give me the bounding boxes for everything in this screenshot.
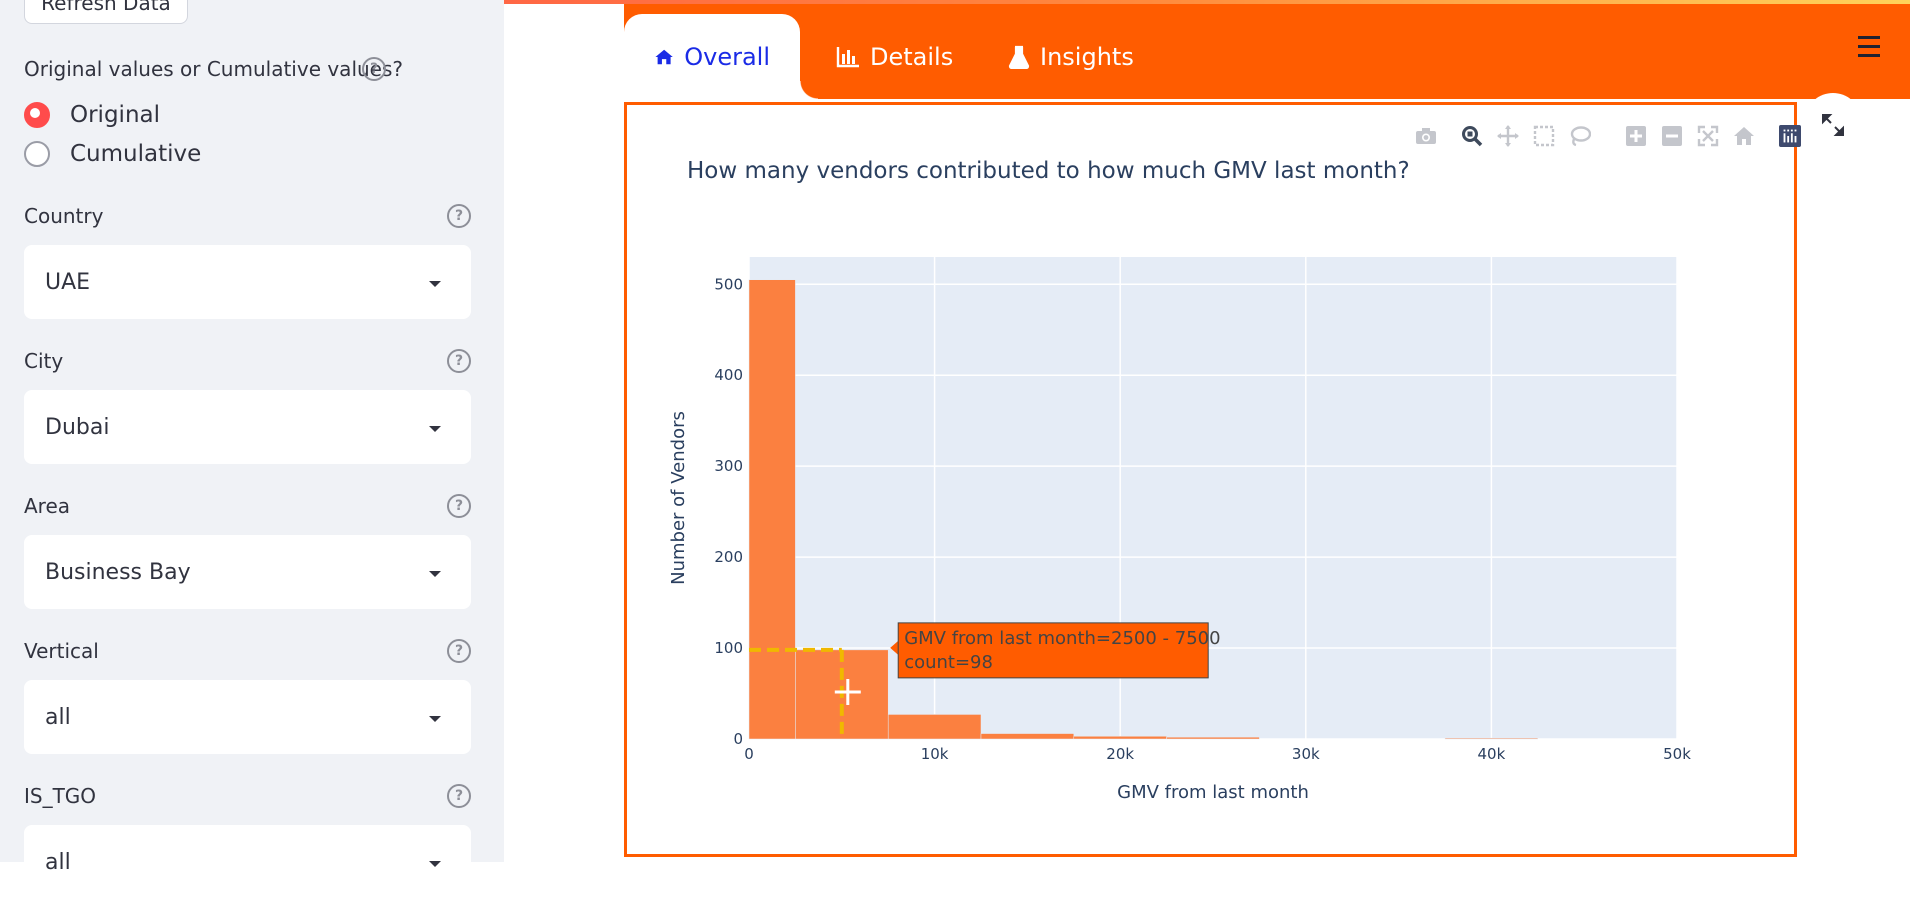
histogram-chart[interactable]: 0 10k 20k 30k 40k 50k 0 100 200 300 400 500 GMV from… [627,105,1794,854]
country-value: UAE [45,269,91,295]
vertical-label: Vertical [24,639,99,663]
tab-bar: Overall Details Insights [624,4,1910,99]
city-select[interactable]: Dubai [24,390,471,464]
help-icon[interactable]: ? [362,57,386,81]
tab-insights-label: Insights [1040,42,1134,71]
x-tick-label: 30k [1292,745,1320,763]
x-tick-label: 40k [1478,745,1506,763]
help-icon[interactable]: ? [447,784,471,808]
histogram-bar[interactable] [1166,736,1260,740]
is-tgo-value: all [45,849,71,875]
histogram-bar[interactable] [1444,737,1539,740]
area-select[interactable]: Business Bay [24,535,471,609]
area-value: Business Bay [45,559,191,585]
y-tick-label: 0 [733,730,743,748]
y-tick-label: 100 [714,639,743,657]
vertical-select[interactable]: all [24,680,471,754]
bar-chart-icon [836,46,859,67]
x-tick-label: 0 [744,745,754,763]
tooltip-line-2: count=98 [904,652,993,673]
refresh-data-button[interactable]: Refresh Data [24,0,188,24]
sidebar: Refresh Data Original values or Cumulati… [0,0,504,899]
radio-unselected-icon [24,141,50,167]
chevron-down-icon [429,716,441,722]
help-icon[interactable]: ? [447,639,471,663]
radio-label-cumulative: Cumulative [70,141,202,167]
radio-label-original: Original [70,102,161,128]
histogram-bar[interactable] [1073,736,1167,740]
menu-icon[interactable] [1858,36,1880,63]
flask-icon [1008,45,1030,69]
x-tick-label: 50k [1663,745,1691,763]
y-tick-label: 300 [714,457,743,475]
tab-insights[interactable]: Insights [1008,14,1134,99]
histogram-bar[interactable] [980,733,1075,740]
country-label: Country [24,204,104,228]
y-tick-label: 500 [714,275,743,293]
home-icon [655,49,673,64]
x-tick-label: 10k [921,745,949,763]
chevron-down-icon [429,281,441,287]
area-label: Area [24,494,71,518]
y-tick-label: 400 [714,366,743,384]
x-axis-label: GMV from last month [1117,782,1309,803]
y-axis-label: Number of Vendors [668,411,689,585]
radio-original[interactable]: Original [24,102,160,128]
value-mode-label: Original values or Cumulative values? [24,57,404,81]
city-label: City [24,349,64,373]
chevron-down-icon [429,426,441,432]
country-select[interactable]: UAE [24,245,471,319]
radio-cumulative[interactable]: Cumulative [24,141,201,167]
fullscreen-icon[interactable] [1820,112,1846,138]
is-tgo-select[interactable]: all [24,825,471,899]
tab-overall[interactable]: Overall [624,14,818,99]
help-icon[interactable]: ? [447,349,471,373]
tab-overall-label: Overall [684,42,770,71]
help-icon[interactable]: ? [447,204,471,228]
chevron-down-icon [429,571,441,577]
x-tick-label: 20k [1106,745,1134,763]
radio-selected-icon [24,102,50,128]
tooltip-line-1: GMV from last month=2500 - 7500 [904,628,1220,649]
y-tick-label: 200 [714,548,743,566]
tab-details[interactable]: Details [836,14,953,99]
city-value: Dubai [45,414,110,440]
histogram-bar[interactable] [748,279,796,740]
vertical-value: all [45,704,71,730]
is-tgo-label: IS_TGO [24,784,97,808]
tab-details-label: Details [870,42,954,71]
help-icon[interactable]: ? [447,494,471,518]
histogram-bar[interactable] [887,714,982,740]
chart-card: How many vendors contributed to how much… [624,102,1801,857]
